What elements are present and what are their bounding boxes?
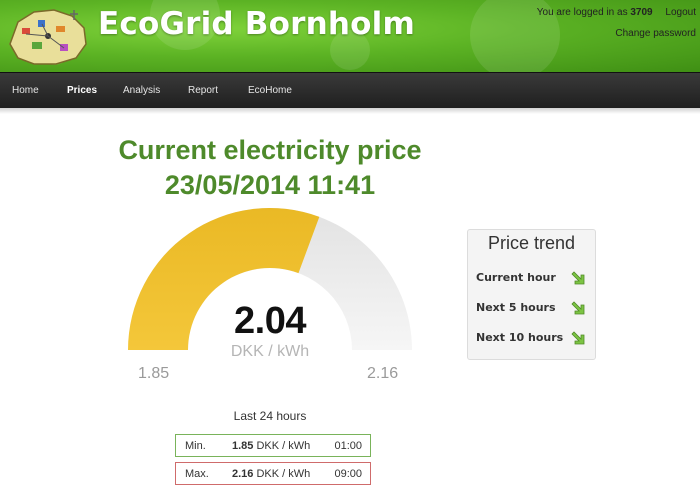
site-title: EcoGrid Bornholm xyxy=(98,6,415,42)
last-24-hours-title: Last 24 hours xyxy=(233,409,307,423)
trend-label: Next 10 hours xyxy=(476,331,564,344)
price-title: Current electricity price xyxy=(118,135,422,165)
min-price-box: Min. 1.85 DKK / kWh 01:00 xyxy=(175,434,371,457)
nav-ecohome[interactable]: EcoHome xyxy=(248,73,292,109)
trend-label: Current hour xyxy=(476,271,556,284)
site-header: EcoGrid Bornholm You are logged in as 37… xyxy=(0,0,700,72)
change-password-link[interactable]: Change password xyxy=(615,28,696,39)
price-trend-title: Price trend xyxy=(487,233,576,253)
min-unit: DKK / kWh xyxy=(256,440,311,452)
price-timestamp: 23/05/2014 11:41 xyxy=(164,170,376,200)
nav-shadow xyxy=(0,108,700,114)
trend-row-next-10-hours: Next 10 hours xyxy=(476,330,591,348)
max-price: 2.16 xyxy=(232,468,254,480)
min-value: 1.85 DKK / kWh xyxy=(232,440,310,452)
main-nav: Home Prices Analysis Report EcoHome xyxy=(0,72,700,108)
trend-row-next-5-hours: Next 5 hours xyxy=(476,300,591,318)
login-status: You are logged in as 3709 Logout xyxy=(537,7,696,18)
min-label: Min. xyxy=(185,440,206,452)
logout-link[interactable]: Logout xyxy=(665,7,696,18)
gauge-max-label: 2.16 xyxy=(367,365,399,382)
user-id: 3709 xyxy=(630,7,653,18)
min-time: 01:00 xyxy=(334,440,362,452)
current-price-unit: DKK / kWh xyxy=(230,343,310,360)
login-prefix: You are logged in as xyxy=(536,7,628,18)
arrow-down-right-icon xyxy=(571,301,585,315)
nav-home[interactable]: Home xyxy=(12,73,39,109)
price-trend-panel: Price trend Current hour Next 5 hours Ne… xyxy=(467,229,596,360)
bornholm-map-logo[interactable] xyxy=(4,4,92,68)
current-price-value: 2.04 xyxy=(234,300,306,342)
trend-label: Next 5 hours xyxy=(476,301,556,314)
min-price: 1.85 xyxy=(232,440,254,452)
nav-analysis[interactable]: Analysis xyxy=(123,73,160,109)
nav-report[interactable]: Report xyxy=(188,73,218,109)
arrow-down-right-icon xyxy=(571,331,585,345)
gauge-min-label: 1.85 xyxy=(138,365,170,382)
max-price-box: Max. 2.16 DKK / kWh 09:00 xyxy=(175,462,371,485)
max-value: 2.16 DKK / kWh xyxy=(232,468,310,480)
arrow-down-right-icon xyxy=(571,271,585,285)
nav-prices[interactable]: Prices xyxy=(67,73,97,109)
max-label: Max. xyxy=(185,468,209,480)
max-unit: DKK / kWh xyxy=(256,468,311,480)
trend-row-current-hour: Current hour xyxy=(476,270,591,288)
max-time: 09:00 xyxy=(334,468,362,480)
